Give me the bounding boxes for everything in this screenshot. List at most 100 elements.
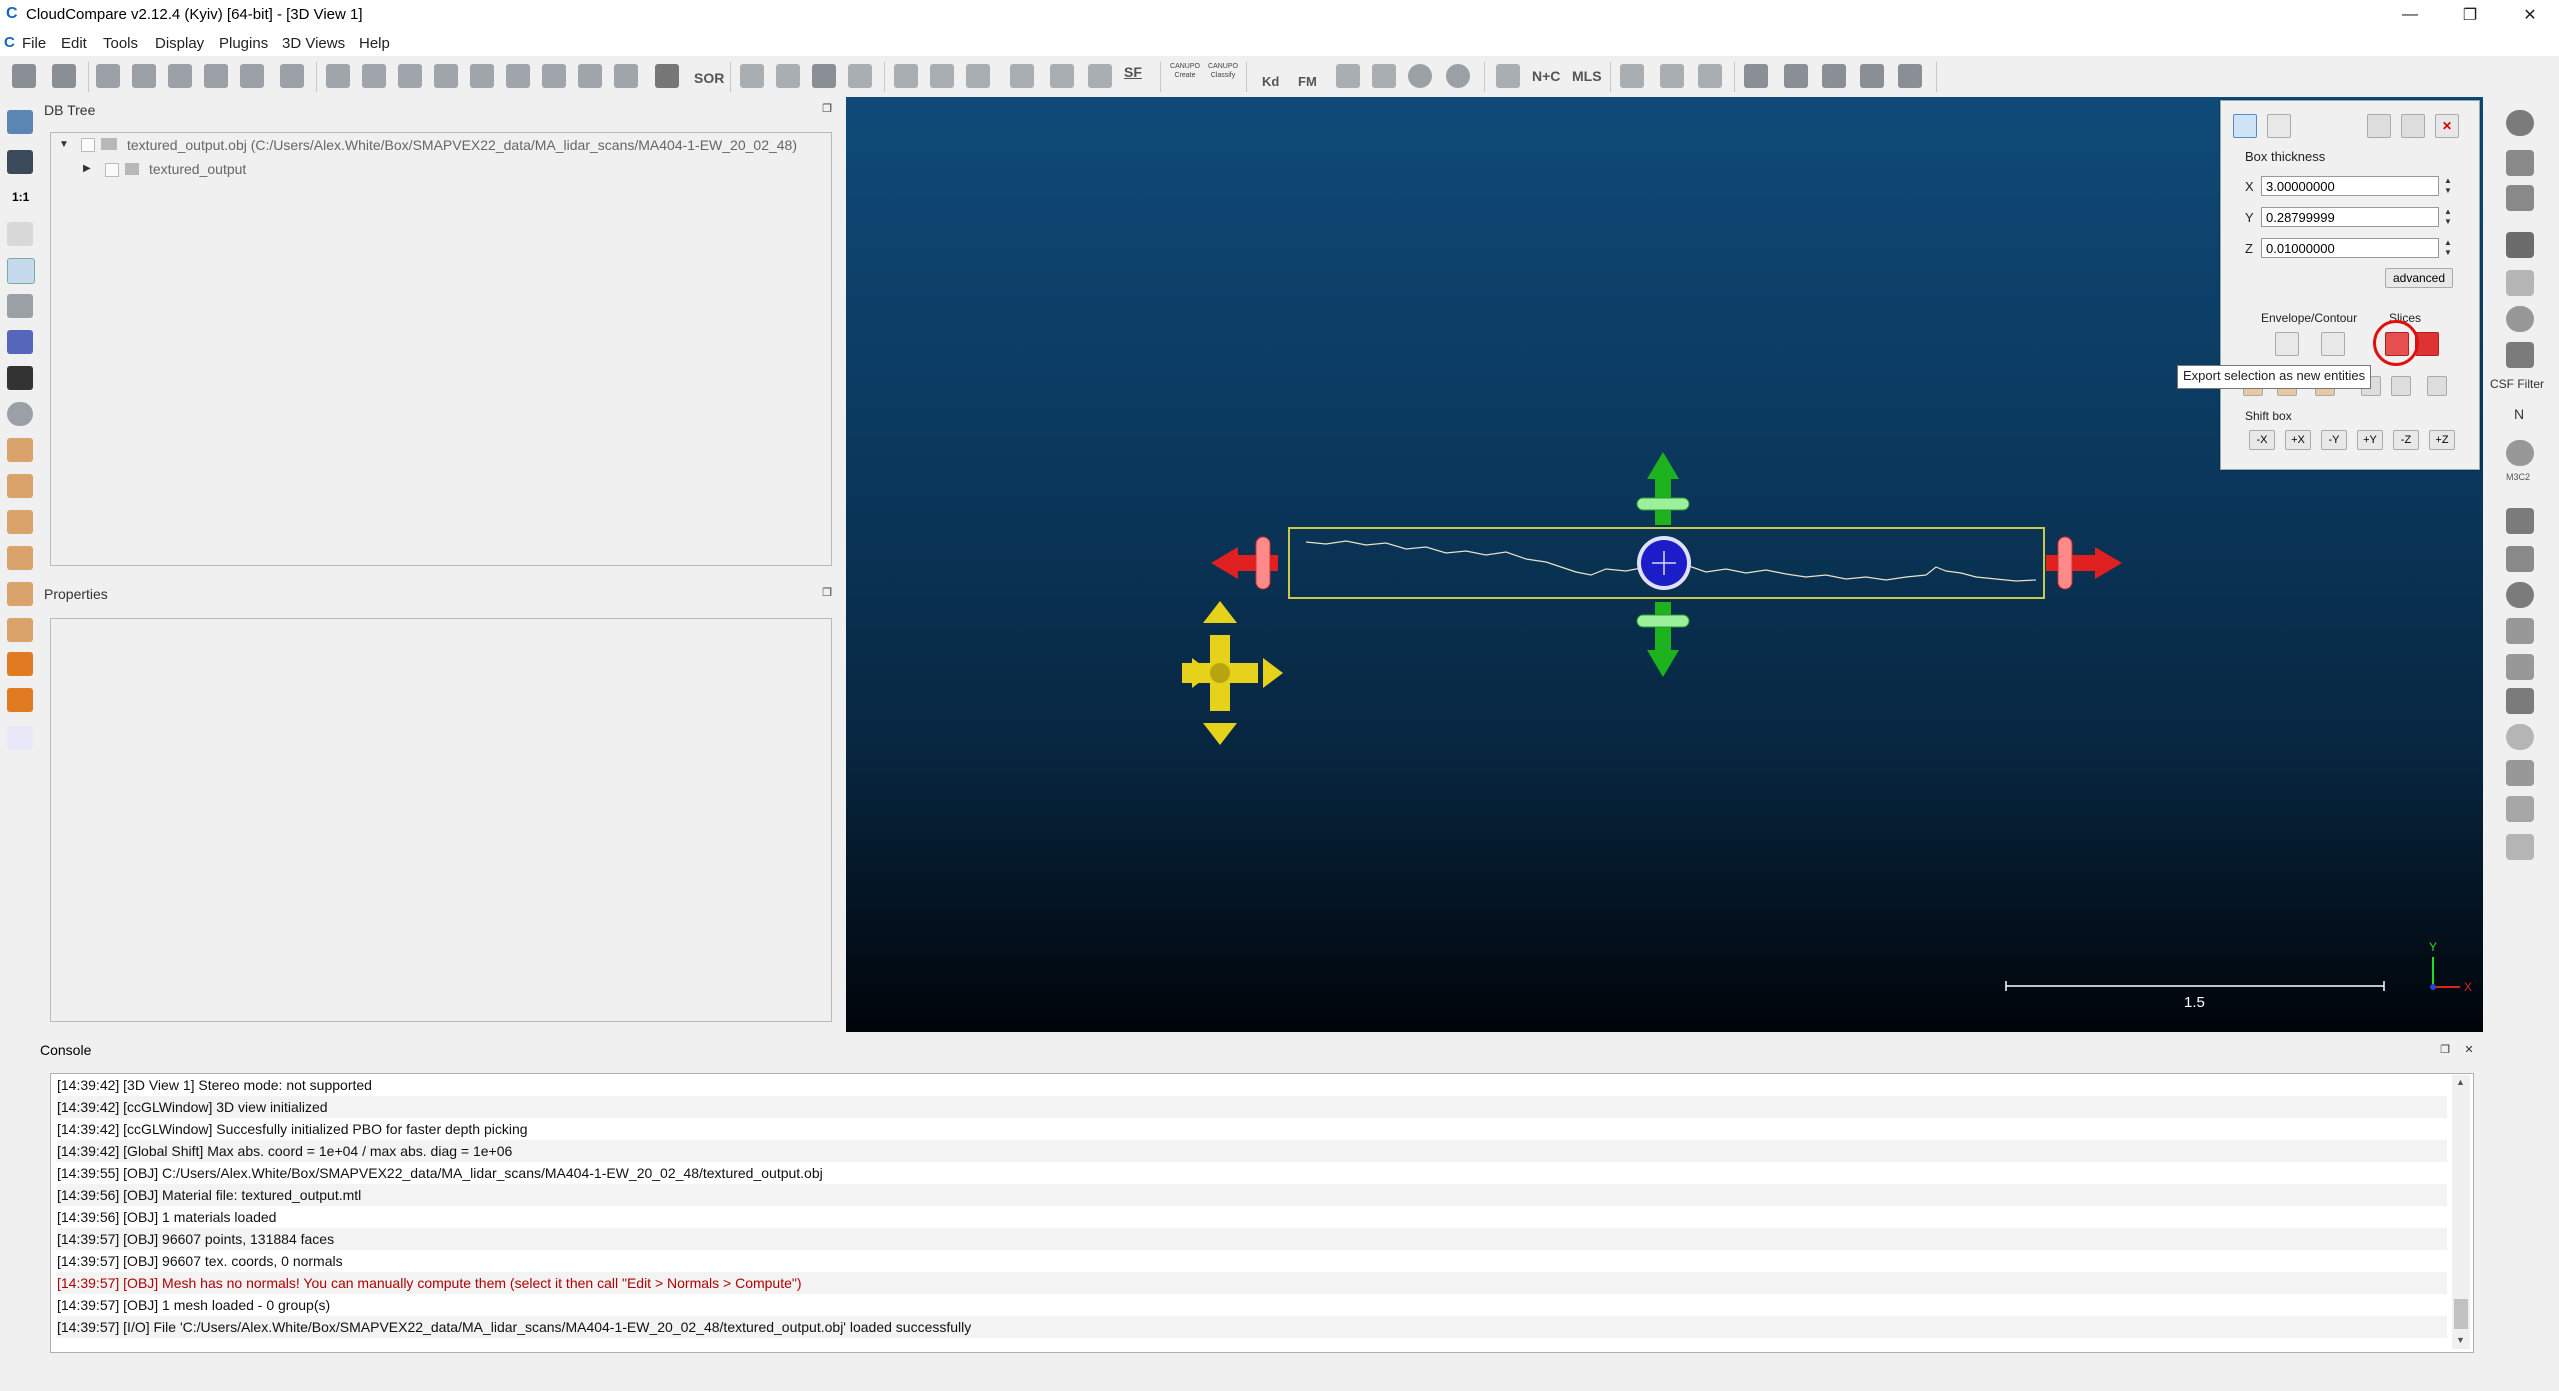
- sf-curve-icon[interactable]: [1660, 64, 1684, 88]
- sf-icon[interactable]: SF: [1124, 64, 1142, 80]
- plane-icon[interactable]: [812, 64, 836, 88]
- translate-rotate-icon[interactable]: [168, 64, 192, 88]
- tree-expand-icon[interactable]: ▼: [59, 139, 69, 150]
- close-panel-button[interactable]: ✕: [2435, 114, 2459, 138]
- curve-icon[interactable]: [1620, 64, 1644, 88]
- nc-icon[interactable]: N+C: [1532, 68, 1560, 84]
- z-thickness-input[interactable]: [2261, 238, 2439, 258]
- sphere-icon[interactable]: [434, 64, 458, 88]
- ransac-icon[interactable]: [2506, 618, 2534, 644]
- reset-box-button[interactable]: [2367, 114, 2391, 138]
- slice-option-c-button[interactable]: [2427, 376, 2447, 396]
- registration-icon[interactable]: [542, 64, 566, 88]
- plugin-b-icon[interactable]: [1372, 64, 1396, 88]
- section-icon[interactable]: [240, 64, 264, 88]
- mountain-a-icon[interactable]: [1744, 64, 1768, 88]
- arch-icon[interactable]: [2506, 760, 2534, 786]
- mountain-e-icon[interactable]: [1898, 64, 1922, 88]
- properties-float-button[interactable]: ❐: [820, 587, 834, 599]
- multi-slice-mode-button[interactable]: [2267, 114, 2291, 138]
- segment-icon[interactable]: [204, 64, 228, 88]
- compass-icon[interactable]: [2506, 306, 2534, 332]
- close-window-button[interactable]: ✕: [2500, 0, 2559, 30]
- mountain-b-icon[interactable]: [1784, 64, 1808, 88]
- y-spinner[interactable]: ▲ ▼: [2441, 207, 2455, 227]
- kd-icon[interactable]: Kd: [1262, 74, 1279, 89]
- crosshair-icon[interactable]: [776, 64, 800, 88]
- histogram-icon[interactable]: [894, 64, 918, 88]
- mountain-d-icon[interactable]: [1860, 64, 1884, 88]
- mls-icon[interactable]: MLS: [1572, 68, 1602, 84]
- shift-minus-y-button[interactable]: -Y: [2321, 430, 2347, 450]
- maximize-button[interactable]: ❐: [2440, 0, 2500, 30]
- shift-plus-y-button[interactable]: +Y: [2357, 430, 2383, 450]
- front-view-icon[interactable]: [7, 474, 33, 498]
- cloud-icon[interactable]: [2506, 440, 2534, 466]
- tree-root-checkbox[interactable]: [81, 138, 95, 152]
- sample-points-icon[interactable]: [326, 64, 350, 88]
- right-view-icon[interactable]: [7, 582, 33, 606]
- shift-minus-x-button[interactable]: -X: [2249, 430, 2275, 450]
- mountain-c-icon[interactable]: [1822, 64, 1846, 88]
- m3c2-icon[interactable]: M3C2: [2506, 472, 2530, 482]
- delete-icon[interactable]: [280, 64, 304, 88]
- perspective-icon[interactable]: [7, 294, 33, 318]
- canupo-create-icon[interactable]: CANUPO Create: [1168, 62, 1202, 80]
- tree-root-label[interactable]: textured_output.obj (C:/Users/Alex.White…: [127, 137, 797, 153]
- shield-b-icon[interactable]: [2506, 508, 2534, 534]
- left-view-icon[interactable]: [7, 510, 33, 534]
- clapper-icon[interactable]: [2506, 232, 2534, 258]
- distance-icon[interactable]: [740, 64, 764, 88]
- advanced-button[interactable]: advanced: [2385, 268, 2453, 288]
- sheet-icon[interactable]: [2506, 150, 2534, 176]
- menu-file[interactable]: File: [22, 35, 46, 52]
- extract-contour-button[interactable]: [2321, 332, 2345, 356]
- console-close-button[interactable]: ✕: [2462, 1044, 2476, 1056]
- bottom-view-icon[interactable]: [7, 618, 33, 642]
- menu-help[interactable]: Help: [359, 35, 390, 52]
- back-view-icon[interactable]: [7, 546, 33, 570]
- console-toggle-icon[interactable]: [132, 64, 156, 88]
- add-sf-icon[interactable]: [1050, 64, 1074, 88]
- iso-front-icon[interactable]: [7, 652, 33, 676]
- shift-plus-z-button[interactable]: +Z: [2429, 430, 2455, 450]
- menu-display[interactable]: Display: [155, 35, 204, 52]
- camera-icon[interactable]: [7, 150, 33, 174]
- link-icon[interactable]: [1496, 64, 1520, 88]
- menu-edit[interactable]: Edit: [61, 35, 87, 52]
- globe-b-icon[interactable]: [1446, 64, 1470, 88]
- stereo-icon[interactable]: [7, 726, 33, 750]
- normals-icon[interactable]: [470, 64, 494, 88]
- fit-icon[interactable]: [848, 64, 872, 88]
- csf-filter-label[interactable]: CSF Filter: [2490, 377, 2544, 391]
- table-icon[interactable]: [2506, 546, 2534, 572]
- pick-center-icon[interactable]: [7, 258, 35, 284]
- menu-tools[interactable]: Tools: [103, 35, 138, 52]
- document-icon[interactable]: [2506, 185, 2534, 211]
- pick-rotation-center-icon[interactable]: [96, 64, 120, 88]
- x-spinner[interactable]: ▲ ▼: [2441, 176, 2455, 196]
- zoom-icon[interactable]: [7, 402, 33, 426]
- move-icon[interactable]: [7, 366, 33, 390]
- plus-icon[interactable]: [7, 222, 33, 246]
- shift-plus-x-button[interactable]: +X: [2285, 430, 2311, 450]
- gradient-icon[interactable]: [930, 64, 954, 88]
- north-icon[interactable]: N: [2514, 406, 2524, 422]
- cube-view-icon[interactable]: [7, 330, 33, 354]
- extract-envelope-button[interactable]: [2275, 332, 2299, 356]
- shift-minus-z-button[interactable]: -Z: [2393, 430, 2419, 450]
- brush-icon[interactable]: [2506, 270, 2534, 296]
- top-view-icon[interactable]: [7, 438, 33, 462]
- menu-3d-views[interactable]: 3D Views: [282, 35, 345, 52]
- export-icon[interactable]: [1698, 64, 1722, 88]
- restore-box-button[interactable]: [2401, 114, 2425, 138]
- screen-icon[interactable]: [7, 110, 33, 134]
- menu-plugins[interactable]: Plugins: [219, 35, 268, 52]
- console-float-button[interactable]: ❐: [2438, 1044, 2452, 1056]
- checker-icon[interactable]: [655, 64, 679, 88]
- z-spinner[interactable]: ▲ ▼: [2441, 238, 2455, 258]
- tree-child-label[interactable]: textured_output: [149, 161, 246, 177]
- globe-a-icon[interactable]: [1408, 64, 1432, 88]
- hexagon-icon[interactable]: [2506, 582, 2534, 608]
- canupo-classify-icon[interactable]: CANUPO Classify: [1206, 62, 1240, 80]
